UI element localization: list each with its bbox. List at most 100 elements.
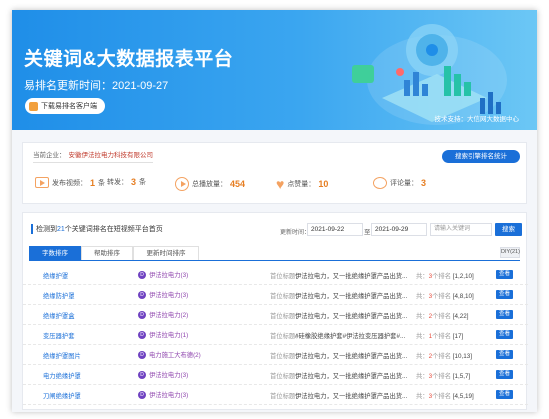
table-row: 绝缘护罩盒 D 伊法拉电力(2) 首位标题： 伊法拉电力，又一批绝缘护罩产品出货... 共…: [23, 305, 528, 325]
sort-tabs: 字数排序 帮助排序 更新时间排序: [29, 246, 199, 260]
diy-button[interactable]: DIY(21): [500, 247, 520, 258]
stat-comments: 评论量： 3: [373, 177, 426, 189]
date-range-separator: 至: [364, 229, 371, 236]
tech-support-text: 技术支持：大信网大数据中心: [434, 116, 520, 123]
account-cell[interactable]: D 伊法拉电力(2): [138, 310, 188, 319]
video-title: 伊法拉电力，又一批绝缘护罩产品出货...: [295, 353, 408, 360]
detected-keywords-text: 检测到21个关键词排名在短视频平台首页: [31, 224, 163, 234]
account-cell[interactable]: D 伊法拉电力(1): [138, 330, 188, 339]
table-row: 绝缘护罩 D 伊法拉电力(3) 首位标题： 伊法拉电力，又一批绝缘护罩产品出货... 共：…: [23, 265, 528, 285]
stat-unit: 条: [98, 179, 106, 187]
rank-positions: [4,8,10]: [452, 293, 474, 300]
keyword-search-input[interactable]: 请输入关键词: [430, 223, 492, 236]
page-title: 关键词&大数据报表平台: [24, 49, 234, 70]
account-name: 伊法拉电力(1): [149, 332, 189, 339]
detect-suffix: 个关键词排名在短视频平台首页: [64, 226, 163, 233]
heart-icon: ♥: [276, 176, 285, 192]
count-suffix: 个排名: [432, 273, 451, 280]
table-row: 刀闸绝缘护罩 D 伊法拉电力(3) 首位标题： 伊法拉电力，又一批绝缘护罩产品出货...…: [23, 385, 528, 405]
keyword-link[interactable]: 变压器护套: [43, 331, 74, 340]
keyword-link[interactable]: 电力绝缘护罩: [43, 371, 81, 380]
rank-summary: 共：3个排名 [1,5,7]: [416, 371, 470, 380]
data-illustration: [352, 24, 507, 125]
stat-value: 3: [421, 178, 427, 188]
view-button[interactable]: 查看: [496, 290, 513, 299]
view-button[interactable]: 查看: [496, 350, 513, 359]
stat-value: 1: [90, 177, 96, 188]
douyin-icon: D: [138, 330, 146, 339]
count-prefix: 共：: [416, 373, 429, 380]
account-name: 伊法拉电力(3): [149, 292, 189, 299]
detect-prefix: 检测到: [36, 226, 57, 233]
header-banner: 关键词&大数据报表平台 易排名更新时间：2021-09-27 下载易排名客户端 …: [12, 10, 537, 130]
view-button[interactable]: 查看: [496, 310, 513, 319]
rank-summary: 共：3个排名 [4,5,19]: [416, 391, 474, 400]
rank-positions: [4,5,19]: [452, 393, 474, 400]
keyword-ranking-panel: 检测到21个关键词排名在短视频平台首页 更新时间： 2021-09-22 至 2…: [22, 212, 528, 410]
account-cell[interactable]: D 伊法拉电力(3): [138, 270, 188, 279]
stat-unit: 条: [139, 179, 147, 186]
update-time-label: 更新时间：: [280, 230, 311, 236]
stat-value: 10: [318, 179, 329, 189]
video-title: 伊法拉电力，又一批绝缘护罩产品出货...: [295, 273, 408, 280]
count-prefix: 共：: [416, 393, 429, 400]
download-client-button[interactable]: 下载易排名客户端: [25, 98, 105, 114]
douyin-icon: D: [138, 350, 146, 359]
view-button[interactable]: 查看: [496, 330, 513, 339]
count-suffix: 个排名: [432, 373, 451, 380]
current-company: 当前企业： 安徽伊法拉电力科技有限公司: [33, 149, 153, 163]
search-button[interactable]: 搜索: [495, 223, 522, 236]
douyin-icon: D: [138, 290, 146, 299]
douyin-icon: D: [138, 270, 146, 279]
video-title: 伊法拉电力，又一批绝缘护罩产品出货...: [295, 293, 408, 300]
view-button[interactable]: 查看: [496, 270, 513, 279]
table-row: 变压器护套 D 伊法拉电力(1) 首位标题： #硅橡胶绝缘护套#伊法拉变压器护套#...…: [23, 325, 528, 345]
stat-likes: ♥ 点赞量： 10: [276, 177, 328, 191]
douyin-icon: D: [138, 310, 146, 319]
keyword-link[interactable]: 绝缘护罩图片: [43, 351, 81, 360]
keyword-link[interactable]: 绝缘防护罩: [43, 291, 74, 300]
stats-card: 当前企业： 安徽伊法拉电力科技有限公司 搜索引擎排名统计 发布视频： 1 条 转发…: [22, 142, 527, 204]
account-name: 伊法拉电力(3): [149, 272, 189, 279]
count-prefix: 共：: [416, 273, 429, 280]
douyin-icon: D: [138, 390, 146, 399]
count-prefix: 共：: [416, 353, 429, 360]
app-frame: 关键词&大数据报表平台 易排名更新时间：2021-09-27 下载易排名客户端 …: [12, 10, 537, 412]
rank-summary: 共：2个排名 [10,13]: [416, 351, 472, 360]
tab-sort-by-update-time[interactable]: 更新时间排序: [133, 246, 199, 260]
keyword-link[interactable]: 绝缘护罩盒: [43, 311, 74, 320]
search-engine-stats-button[interactable]: 搜索引擎排名统计: [442, 150, 520, 163]
account-cell[interactable]: D 伊法拉电力(3): [138, 290, 188, 299]
comment-icon: [373, 177, 387, 189]
count-prefix: 共：: [416, 333, 429, 340]
account-name: 伊法拉电力(2): [149, 312, 189, 319]
rank-positions: [1,2,10]: [452, 273, 474, 280]
rank-summary: 共：2个排名 [4,22]: [416, 311, 469, 320]
stat-label: 总播放量：: [192, 181, 227, 188]
keyword-link[interactable]: 刀闸绝缘护罩: [43, 391, 81, 400]
count-suffix: 个排名: [432, 333, 451, 340]
count-suffix: 个排名: [432, 313, 451, 320]
date-from-input[interactable]: 2021-09-22: [307, 223, 363, 236]
tab-sort-by-wordcount[interactable]: 字数排序: [29, 246, 81, 260]
rank-summary: 共：3个排名 [4,8,10]: [416, 291, 474, 300]
company-label: 当前企业：: [33, 152, 66, 159]
stat-value: 3: [131, 177, 137, 187]
account-cell[interactable]: D 伊法拉电力(3): [138, 370, 188, 379]
rank-summary: 共：1个排名 [17]: [416, 331, 463, 340]
table-row: 电力绝缘护罩 D 伊法拉电力(3) 首位标题： 伊法拉电力，又一批绝缘护罩产品出货...…: [23, 365, 528, 385]
date-to-input[interactable]: 2021-09-29: [371, 223, 427, 236]
table-row: 绝缘护罩图片 D 电力施工大布德(2) 首位标题： 伊法拉电力，又一批绝缘护罩产品出货.…: [23, 345, 528, 365]
view-button[interactable]: 查看: [496, 370, 513, 379]
rank-positions: [10,13]: [452, 353, 473, 360]
view-button[interactable]: 查看: [496, 390, 513, 399]
tab-sort-by-help[interactable]: 帮助排序: [81, 246, 133, 260]
account-cell[interactable]: D 伊法拉电力(3): [138, 390, 188, 399]
keyword-link[interactable]: 绝缘护罩: [43, 271, 68, 280]
company-name: 安徽伊法拉电力科技有限公司: [68, 152, 154, 159]
douyin-icon: D: [138, 370, 146, 379]
count-suffix: 个排名: [432, 353, 451, 360]
account-cell[interactable]: D 电力施工大布德(2): [138, 350, 201, 359]
rank-positions: [1,5,7]: [452, 373, 471, 380]
video-title: 伊法拉电力，又一批绝缘护罩产品出货...: [295, 313, 408, 320]
